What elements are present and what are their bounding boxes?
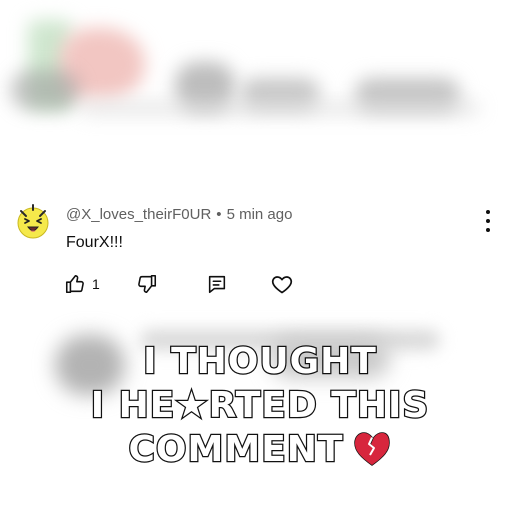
comment-meta: @X_loves_theirF0UR • 5 min ago — [66, 206, 292, 223]
smiling-face-avatar-icon — [17, 204, 49, 239]
caption-line-2: I HE★RTED THIS — [89, 384, 430, 428]
heart-icon — [271, 276, 293, 294]
reply-button[interactable] — [206, 272, 228, 296]
like-button[interactable]: 1 — [64, 272, 100, 296]
kebab-dot — [486, 210, 490, 214]
caption-line-3: COMMENT — [127, 428, 344, 472]
kebab-dot — [486, 228, 490, 232]
heart-button[interactable] — [270, 272, 294, 296]
comment-timestamp: 5 min ago — [226, 206, 293, 223]
blurred-text-line — [80, 100, 480, 116]
blurred-shape — [10, 70, 80, 110]
reply-comment-icon — [208, 275, 226, 294]
like-count: 1 — [92, 276, 100, 292]
comment-username[interactable]: @X_loves_theirF0UR — [66, 206, 211, 223]
thumbs-up-icon — [65, 274, 84, 294]
caption-line-1: I THOUGHT — [142, 340, 377, 384]
comment: @X_loves_theirF0UR • 5 min ago FourX!!! 1 — [0, 198, 520, 308]
kebab-menu-icon[interactable] — [480, 210, 496, 232]
dislike-button[interactable] — [136, 272, 158, 296]
thumbs-down-icon — [138, 274, 157, 294]
avatar[interactable] — [13, 202, 53, 242]
overlay-caption: I THOUGHT I HE★RTED THIS COMMENT — [0, 340, 520, 472]
blurred-video-area — [0, 0, 520, 160]
screen: @X_loves_theirF0UR • 5 min ago FourX!!! 1 — [0, 0, 520, 520]
broken-heart-icon — [354, 432, 391, 466]
comment-text: FourX!!! — [66, 234, 123, 251]
caption-line-3-wrap: COMMENT — [0, 428, 520, 472]
kebab-dot — [486, 219, 490, 223]
meta-separator: • — [216, 206, 222, 223]
